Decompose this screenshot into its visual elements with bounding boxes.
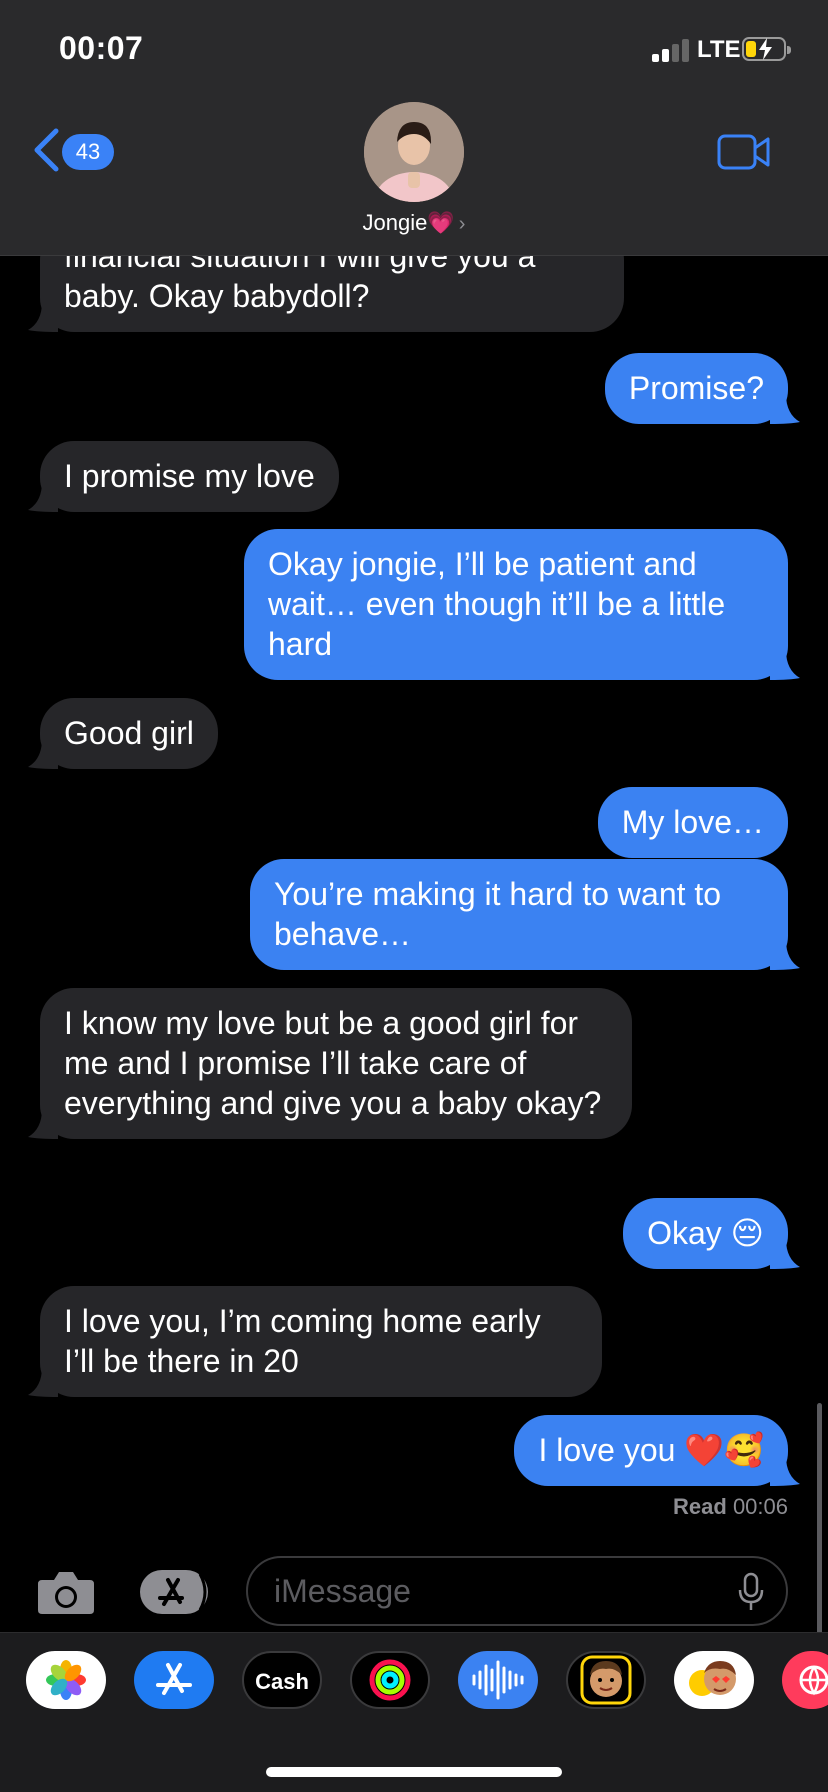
video-camera-icon — [717, 134, 770, 170]
waveform-icon — [472, 1660, 524, 1700]
camera-icon — [38, 1572, 94, 1614]
heart-emoji: 💗 — [427, 210, 455, 235]
read-receipt: Read 00:06 — [673, 1494, 788, 1519]
app-store-icon — [140, 1570, 208, 1614]
message-bubble-incoming[interactable]: I know my love but be a good girl for me… — [28, 988, 632, 1139]
contact-name[interactable]: Jongie💗 › — [0, 210, 828, 236]
message-bubble-incoming[interactable]: Good girl — [28, 698, 218, 769]
chevron-left-icon — [34, 128, 59, 172]
microphone-icon — [738, 1572, 764, 1610]
photos-app-button[interactable] — [26, 1651, 106, 1709]
unread-count-badge: 43 — [62, 134, 114, 170]
photos-icon — [46, 1660, 86, 1700]
status-bar: 00:07 LTE — [0, 0, 828, 100]
chevron-right-icon: › — [458, 213, 466, 235]
message-bubble-outgoing[interactable]: Promise? — [604, 353, 800, 424]
status-time: 00:07 — [59, 30, 144, 66]
home-indicator[interactable] — [266, 1767, 562, 1777]
fitness-app-button[interactable] — [350, 1651, 430, 1709]
message-input-field[interactable] — [246, 1556, 788, 1626]
app-store-app-button[interactable] — [134, 1651, 214, 1709]
audio-message-app-button[interactable] — [458, 1651, 538, 1709]
message-list[interactable]: financial situation I will give you a ba… — [0, 200, 828, 1733]
signal-strength-icon — [652, 38, 690, 62]
message-bubble-incoming[interactable]: I love you, I’m coming home early I’ll b… — [28, 1286, 602, 1397]
battery-icon — [742, 37, 791, 61]
activity-rings-icon — [369, 1659, 411, 1701]
web-app-button[interactable] — [782, 1651, 828, 1709]
message-bubble-outgoing[interactable]: Okay jongie, I’ll be patient and wait… e… — [244, 529, 800, 680]
memoji-stickers-app-button[interactable] — [674, 1651, 754, 1709]
message-input[interactable] — [274, 1558, 714, 1624]
message-bubble-outgoing[interactable]: I love you ❤️🥰 — [514, 1415, 800, 1486]
memoji-face-icon — [580, 1655, 632, 1705]
message-bubble-outgoing[interactable]: My love… — [597, 787, 788, 858]
contact-avatar[interactable] — [364, 102, 464, 202]
message-bubble-outgoing[interactable]: You’re making it hard to want to behave… — [250, 859, 800, 970]
message-bubble-outgoing[interactable]: Okay 😔 — [623, 1198, 800, 1269]
stickers-icon — [689, 1661, 736, 1696]
imessage-app-drawer: Cash — [0, 1632, 828, 1792]
back-button[interactable]: 43 — [32, 128, 122, 176]
facetime-video-button[interactable] — [716, 132, 772, 172]
app-store-toggle-button[interactable] — [138, 1568, 214, 1616]
network-type: LTE — [697, 36, 741, 63]
app-store-a-icon — [156, 1663, 192, 1695]
camera-button[interactable] — [36, 1568, 96, 1616]
apple-cash-app-button[interactable]: Cash — [242, 1651, 322, 1709]
composer-bar — [0, 1548, 828, 1632]
memoji-app-button[interactable] — [566, 1651, 646, 1709]
dictation-button[interactable] — [738, 1572, 764, 1612]
message-bubble-incoming[interactable]: I promise my love — [28, 441, 339, 512]
conversation-header: 00:07 LTE 43 Jongie💗 › — [0, 0, 828, 256]
globe-icon — [799, 1665, 828, 1696]
